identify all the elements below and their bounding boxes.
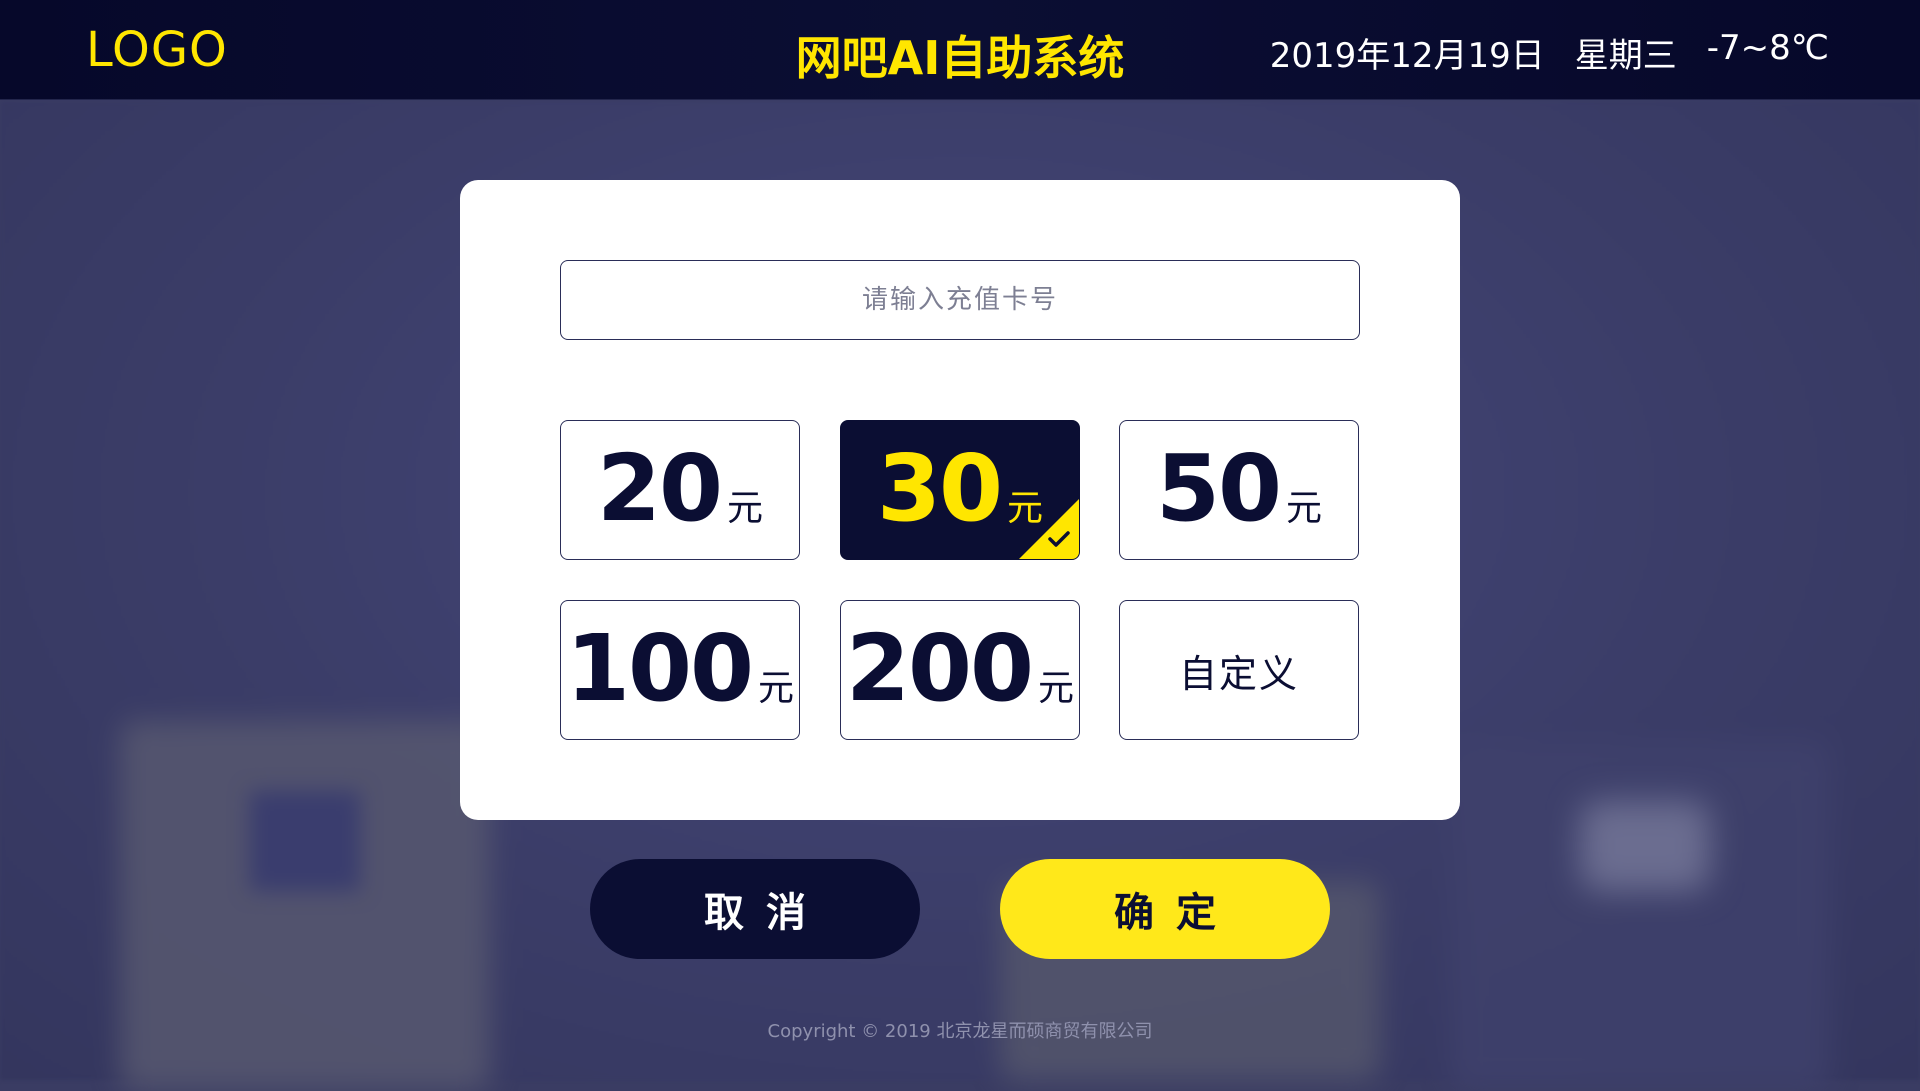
checkmark-icon <box>1048 531 1070 547</box>
copyright-text: Copyright © 2019 北京龙星而硕商贸有限公司 <box>767 1021 1153 1042</box>
card-number-input[interactable] <box>560 260 1360 340</box>
recharge-dialog: 20 元 30 元 50 元 100 元 200 元 自定义 <box>460 180 1460 820</box>
amount-value: 100 <box>565 615 754 722</box>
top-bar: LOGO 网吧AI自助系统 2019年12月19日 星期三 -7~8℃ <box>0 0 1920 100</box>
background-card-icon <box>1580 801 1710 891</box>
weekday-text: 星期三 <box>1574 36 1677 76</box>
cancel-button[interactable]: 取消 <box>590 859 920 959</box>
amount-option-200[interactable]: 200 元 <box>840 600 1080 740</box>
amount-unit: 元 <box>1038 668 1075 709</box>
amount-unit: 元 <box>1286 488 1323 529</box>
amount-value: 20 <box>596 435 723 542</box>
amount-value: 30 <box>876 435 1003 542</box>
date-text: 2019年12月19日 <box>1269 36 1545 76</box>
background-card-icon <box>250 791 360 891</box>
amount-value: 50 <box>1155 435 1282 542</box>
amount-option-30[interactable]: 30 元 <box>840 420 1080 560</box>
amount-value: 200 <box>845 615 1034 722</box>
confirm-button[interactable]: 确定 <box>1000 859 1330 959</box>
custom-amount-label: 自定义 <box>1178 651 1299 696</box>
amount-option-50[interactable]: 50 元 <box>1119 420 1359 560</box>
temperature-text: -7~8℃ <box>1706 28 1829 68</box>
date-weather-info: 2019年12月19日 星期三 -7~8℃ <box>1270 28 1829 77</box>
amount-option-custom[interactable]: 自定义 <box>1119 600 1359 740</box>
amount-option-20[interactable]: 20 元 <box>560 420 800 560</box>
amount-unit: 元 <box>758 668 795 709</box>
amount-unit: 元 <box>727 488 764 529</box>
amount-option-100[interactable]: 100 元 <box>560 600 800 740</box>
